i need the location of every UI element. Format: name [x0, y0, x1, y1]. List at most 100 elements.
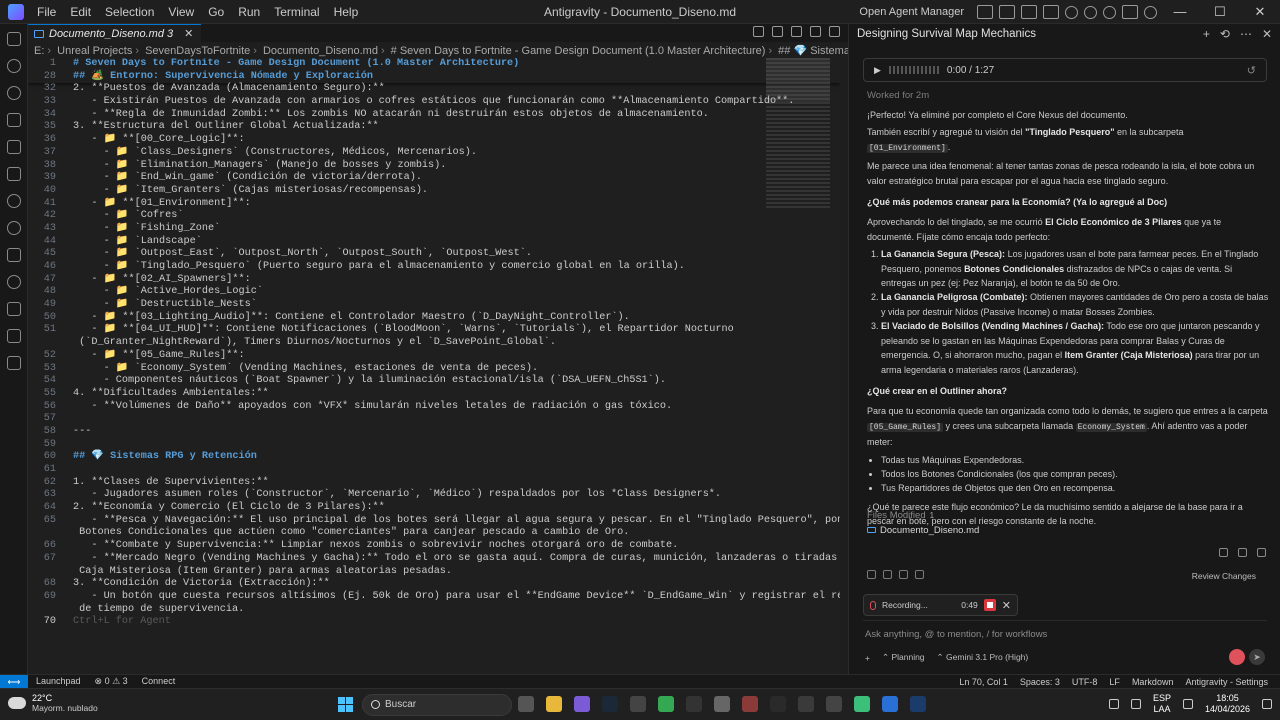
close-panel-icon[interactable]: ✕ [1262, 27, 1272, 41]
breadcrumb-file[interactable]: Documento_Diseno.md [263, 45, 378, 57]
go-forward-icon[interactable] [810, 26, 821, 37]
code-line[interactable]: 40 - 📁 `Item_Granters` (Cajas misteriosa… [28, 185, 840, 198]
go-back-icon[interactable] [791, 26, 802, 37]
database-icon[interactable] [6, 329, 21, 343]
epic-games-icon[interactable] [770, 696, 786, 712]
code-line[interactable]: 43 - 📁 `Fishing_Zone` [28, 223, 840, 236]
cursor-position[interactable]: Ln 70, Col 1 [959, 677, 1008, 687]
add-context-icon[interactable]: + [865, 653, 870, 663]
steam-icon[interactable] [602, 696, 618, 712]
modified-file-link[interactable]: Documento_Diseno.md [867, 525, 979, 536]
code-line[interactable]: 65 - **Pesca y Navegación:** El uso prin… [28, 515, 840, 528]
breadcrumb-project[interactable]: SevenDaysToFortnite [145, 45, 250, 57]
menu-go[interactable]: Go [201, 0, 231, 24]
code-line[interactable]: 37 - 📁 `Class_Designers` (Constructores,… [28, 147, 840, 160]
customize-layout-icon[interactable] [1043, 5, 1059, 19]
audio-waveform[interactable] [888, 66, 939, 74]
antigravity-taskbar-icon[interactable] [910, 696, 926, 712]
connect-button[interactable]: Connect [142, 676, 176, 687]
code-line[interactable]: 64 2. **Economía y Comercio (El Ciclo de … [28, 502, 840, 515]
breadcrumb-drive[interactable]: E: [34, 45, 44, 57]
containers-icon[interactable] [6, 302, 21, 316]
code-line[interactable]: 33 - Existirán Puestos de Avanzada con a… [28, 96, 840, 109]
timeline-icon[interactable] [6, 248, 21, 262]
copy-icon[interactable] [1219, 548, 1228, 557]
code-line[interactable]: 61 [28, 464, 840, 477]
code-editor[interactable]: 1 # Seven Days to Fortnite - Game Design … [28, 58, 840, 674]
context-icon[interactable] [899, 570, 908, 579]
code-line[interactable]: 58 --- [28, 426, 840, 439]
send-button[interactable]: ➤ [1249, 649, 1265, 665]
unreal-icon[interactable] [826, 696, 842, 712]
code-line[interactable]: 53 - 📁 `Economy_System` (Vending Machine… [28, 363, 840, 376]
remote-explorer-icon[interactable] [6, 140, 21, 154]
code-line[interactable]: 42 - 📁 `Cofres` [28, 210, 840, 223]
code-line[interactable]: 70 Ctrl+L for Agent [28, 616, 840, 629]
testing-icon[interactable] [6, 194, 21, 208]
weather-widget[interactable]: 22°C Mayorm. nublado [8, 693, 98, 713]
settings-status[interactable]: Antigravity - Settings [1185, 677, 1268, 687]
breadcrumb-folder[interactable]: Unreal Projects [57, 45, 132, 57]
extension-icon[interactable] [1122, 5, 1138, 19]
image-icon[interactable] [883, 570, 892, 579]
launchpad-button[interactable]: Launchpad [36, 676, 81, 687]
search-icon[interactable] [1065, 5, 1078, 19]
source-control-icon[interactable] [6, 86, 21, 100]
code-line[interactable]: 35 3. **Estructura del Outliner Global Ac… [28, 121, 840, 134]
menu-terminal[interactable]: Terminal [267, 0, 326, 24]
toggle-secondary-sidebar-icon[interactable] [1021, 5, 1037, 19]
code-line[interactable]: 60 ## 💎 Sistemas RPG y Retención [28, 451, 840, 464]
run-debug-icon[interactable] [6, 113, 21, 127]
chevron-down-icon[interactable] [1144, 5, 1157, 19]
globe-icon[interactable] [915, 570, 924, 579]
clock[interactable]: 18:05 14/04/2026 [1205, 693, 1250, 715]
open-preview-icon[interactable] [753, 26, 764, 37]
code-line[interactable]: 51 - 📁 **[04_UI_HUD]**: Contiene Notific… [28, 324, 840, 337]
code-line[interactable]: 69 - Un botón que cuesta recursos altísi… [28, 591, 840, 604]
file-explorer-icon[interactable] [546, 696, 562, 712]
code-line[interactable]: 39 - 📁 `End_win_game` (Condición de vict… [28, 172, 840, 185]
code-line[interactable]: 52 - 📁 **[05_Game_Rules]**: [28, 350, 840, 363]
code-line[interactable]: 56 - **Volúmenes de Daño** apoyados con … [28, 401, 840, 414]
code-line[interactable]: 46 - 📁 `Tinglado_Pesquero` (Puerto segur… [28, 261, 840, 274]
app-icon[interactable] [714, 696, 730, 712]
code-line[interactable]: 36 - 📁 **[00_Core_Logic]**: [28, 134, 840, 147]
code-line[interactable]: 62 1. **Clases de Supervivientes:** [28, 477, 840, 490]
taskbar-search[interactable]: Buscar [362, 694, 512, 716]
code-line[interactable]: Botones Condicionales que actúen como "c… [28, 527, 840, 540]
menu-run[interactable]: Run [231, 0, 267, 24]
problems-indicator[interactable]: ⊗ 0 ⚠ 3 [95, 676, 128, 687]
breadcrumb-heading-1[interactable]: # Seven Days to Fortnite - Game Design D… [391, 45, 766, 57]
menu-help[interactable]: Help [327, 0, 366, 24]
encoding[interactable]: UTF-8 [1072, 677, 1098, 687]
app-icon[interactable] [686, 696, 702, 712]
maximize-button[interactable]: ☐ [1200, 0, 1240, 24]
code-line[interactable]: 44 - 📁 `Landscape` [28, 236, 840, 249]
account-icon[interactable] [1084, 5, 1097, 19]
code-line[interactable]: de tiempo de supervivencia. [28, 604, 840, 617]
review-changes-button[interactable]: Review Changes [1192, 571, 1256, 581]
worked-duration[interactable]: Worked for 2m [867, 90, 929, 101]
code-line[interactable]: 38 - 📁 `Elimination_Managers` (Manejo de… [28, 160, 840, 173]
agent-input[interactable]: Ask anything, @ to mention, / for workfl… [865, 629, 1047, 640]
chevron-up-icon[interactable] [1108, 699, 1119, 709]
code-line[interactable]: 32 2. **Puestos de Avanzada (Almacenamien… [28, 83, 840, 96]
menu-edit[interactable]: Edit [63, 0, 98, 24]
code-line[interactable]: 41 - 📁 **[01_Environment]**: [28, 198, 840, 211]
app-icon[interactable] [854, 696, 870, 712]
code-line[interactable]: 63 - Jugadores asumen roles (`Constructo… [28, 489, 840, 502]
search-view-icon[interactable] [6, 59, 21, 73]
replay-icon[interactable]: ↺ [1247, 64, 1256, 77]
app-icon[interactable] [882, 696, 898, 712]
split-editor-icon[interactable] [772, 26, 783, 37]
code-line[interactable]: 68 3. **Condición de Victoria (Extracción… [28, 578, 840, 591]
code-line[interactable]: 45 - 📁 `Outpost_East`, `Outpost_North`, … [28, 248, 840, 261]
code-line[interactable]: 49 - 📁 `Destructible_Nests` [28, 299, 840, 312]
app-icon[interactable] [798, 696, 814, 712]
code-line[interactable]: 47 - 📁 **[02_AI_Spawners]**: [28, 274, 840, 287]
mode-selector[interactable]: ⌃ Planning [882, 652, 925, 663]
code-line[interactable]: 59 [28, 439, 840, 452]
more-icon[interactable]: ⋯ [1240, 27, 1252, 41]
tab-documento-diseno[interactable]: Documento_Diseno.md 3 ✕ [28, 24, 202, 42]
code-line[interactable]: 66 - **Combate y Supervivencia:** Limpia… [28, 540, 840, 553]
